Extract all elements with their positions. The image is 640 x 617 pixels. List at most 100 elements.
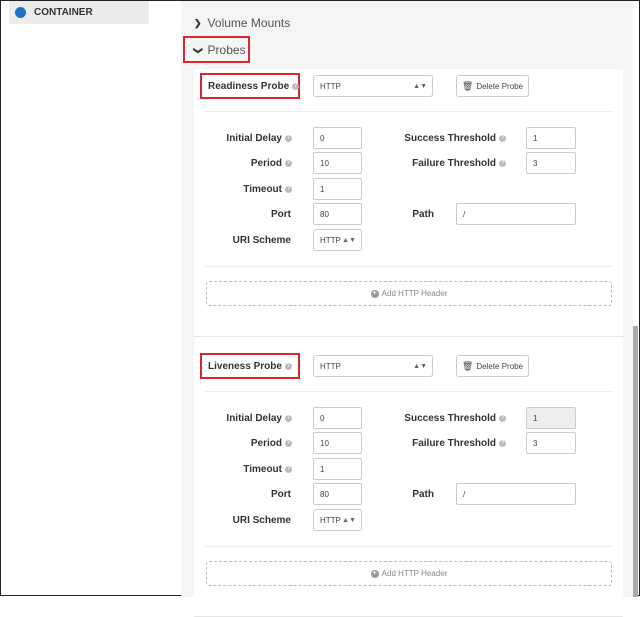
initial-delay-label: Initial Delay? (194, 407, 292, 429)
button-label: Add HTTP Header (381, 289, 448, 298)
label-text: Timeout (243, 183, 282, 195)
timeout-input[interactable]: 1 (313, 178, 362, 200)
period-label: Period? (194, 152, 292, 174)
divider (204, 391, 613, 392)
add-http-header-button[interactable]: + Add HTTP Header (206, 281, 612, 306)
sidebar-item-label: CONTAINER (34, 7, 93, 18)
select-arrows-icon: ▲▼ (342, 516, 356, 524)
label-text: Period (250, 157, 282, 169)
port-label: Port (194, 483, 291, 505)
input-value: 1 (320, 184, 325, 194)
failure-threshold-input[interactable]: 3 (526, 432, 576, 454)
port-input[interactable]: 80 (313, 203, 362, 225)
input-value: / (463, 209, 466, 219)
input-value: 1 (533, 413, 538, 423)
timeout-input[interactable]: 1 (313, 458, 362, 480)
probe-type-select[interactable]: HTTP ▲▼ (313, 355, 433, 377)
input-value: 1 (533, 133, 538, 143)
accordion-volume-mounts[interactable]: ❯ Volume Mounts (194, 16, 290, 30)
select-value: HTTP (320, 81, 341, 91)
help-icon: ? (285, 414, 292, 422)
port-input[interactable]: 80 (313, 483, 362, 505)
probes-panel: Readiness Probe? HTTP ▲▼ 🗑 Delete Probe In… (194, 69, 623, 617)
period-input[interactable]: 10 (313, 152, 362, 174)
help-icon: ? (499, 439, 506, 447)
help-icon: ? (284, 363, 292, 370)
probe-type-select[interactable]: HTTP ▲▼ (313, 75, 433, 97)
label-text: Failure Threshold (412, 437, 496, 449)
button-label: Delete Probe (476, 361, 524, 371)
period-label: Period? (194, 432, 292, 454)
port-label: Port (194, 203, 291, 225)
help-icon: ? (499, 414, 506, 422)
select-value: HTTP (320, 515, 341, 525)
scrollbar[interactable] (633, 326, 638, 597)
input-value: 0 (320, 133, 325, 143)
highlight-box (183, 36, 250, 63)
help-icon: ? (285, 134, 292, 142)
initial-delay-label: Initial Delay? (194, 127, 292, 149)
failure-threshold-input[interactable]: 3 (526, 152, 576, 174)
uri-scheme-select[interactable]: HTTP ▲▼ (313, 509, 362, 531)
trash-icon: 🗑 (461, 360, 474, 371)
sidebar-item-container[interactable]: CONTAINER (9, 1, 149, 24)
label-text: Path (412, 488, 434, 500)
input-value: 3 (533, 158, 538, 168)
divider (204, 266, 613, 267)
uri-scheme-label: URI Scheme (194, 229, 291, 251)
input-value: 3 (533, 438, 538, 448)
path-input[interactable]: / (456, 483, 576, 505)
liveness-probe-section: Liveness Probe? HTTP ▲▼ 🗑 Delete Probe Ini… (194, 349, 623, 617)
divider (204, 111, 613, 112)
delete-probe-button[interactable]: 🗑 Delete Probe (456, 75, 529, 97)
help-icon: ? (285, 185, 292, 193)
probe-title: Readiness Probe? (208, 81, 300, 92)
help-icon: ? (499, 159, 506, 167)
delete-probe-button[interactable]: 🗑 Delete Probe (456, 355, 529, 377)
input-value: 10 (320, 158, 329, 168)
readiness-probe-section: Readiness Probe? HTTP ▲▼ 🗑 Delete Probe In… (194, 69, 623, 337)
input-value: 0 (320, 413, 325, 423)
label-text: Success Threshold (404, 412, 496, 424)
help-icon: ? (285, 159, 292, 167)
button-label: Delete Probe (476, 81, 524, 91)
input-value: 80 (320, 209, 329, 219)
success-threshold-input[interactable]: 1 (526, 127, 576, 149)
help-icon: ? (285, 465, 292, 473)
label-text: Timeout (243, 463, 282, 475)
select-arrows-icon: ▲▼ (342, 236, 356, 244)
label-text: Initial Delay (226, 132, 282, 144)
probe-title-text: Liveness Probe (208, 361, 282, 372)
label-text: Port (271, 208, 291, 220)
path-label: Path (374, 203, 434, 225)
select-arrows-icon: ▲▼ (413, 362, 427, 370)
divider (194, 336, 623, 337)
initial-delay-input[interactable]: 0 (313, 407, 362, 429)
failure-threshold-label: Failure Threshold? (374, 152, 506, 174)
probe-title: Liveness Probe? (208, 361, 292, 372)
input-value: 80 (320, 489, 329, 499)
uri-scheme-select[interactable]: HTTP ▲▼ (313, 229, 362, 251)
divider (204, 546, 613, 547)
status-dot-icon (15, 7, 26, 18)
probe-title-text: Readiness Probe (208, 81, 290, 92)
input-value: / (463, 489, 466, 499)
select-arrows-icon: ▲▼ (413, 82, 427, 90)
path-input[interactable]: / (456, 203, 576, 225)
initial-delay-input[interactable]: 0 (313, 127, 362, 149)
plus-circle-icon: + (370, 569, 379, 578)
success-threshold-label: Success Threshold? (374, 127, 506, 149)
label-text: Port (271, 488, 291, 500)
label-text: URI Scheme (232, 234, 291, 246)
chevron-right-icon: ❯ (194, 17, 202, 28)
add-http-header-button[interactable]: + Add HTTP Header (206, 561, 612, 586)
timeout-label: Timeout? (194, 458, 292, 480)
input-value: 1 (320, 464, 325, 474)
uri-scheme-label: URI Scheme (194, 509, 291, 531)
input-value: 10 (320, 438, 329, 448)
path-label: Path (374, 483, 434, 505)
period-input[interactable]: 10 (313, 432, 362, 454)
help-icon: ? (292, 83, 300, 90)
button-label: Add HTTP Header (381, 569, 448, 578)
select-value: HTTP (320, 361, 341, 371)
